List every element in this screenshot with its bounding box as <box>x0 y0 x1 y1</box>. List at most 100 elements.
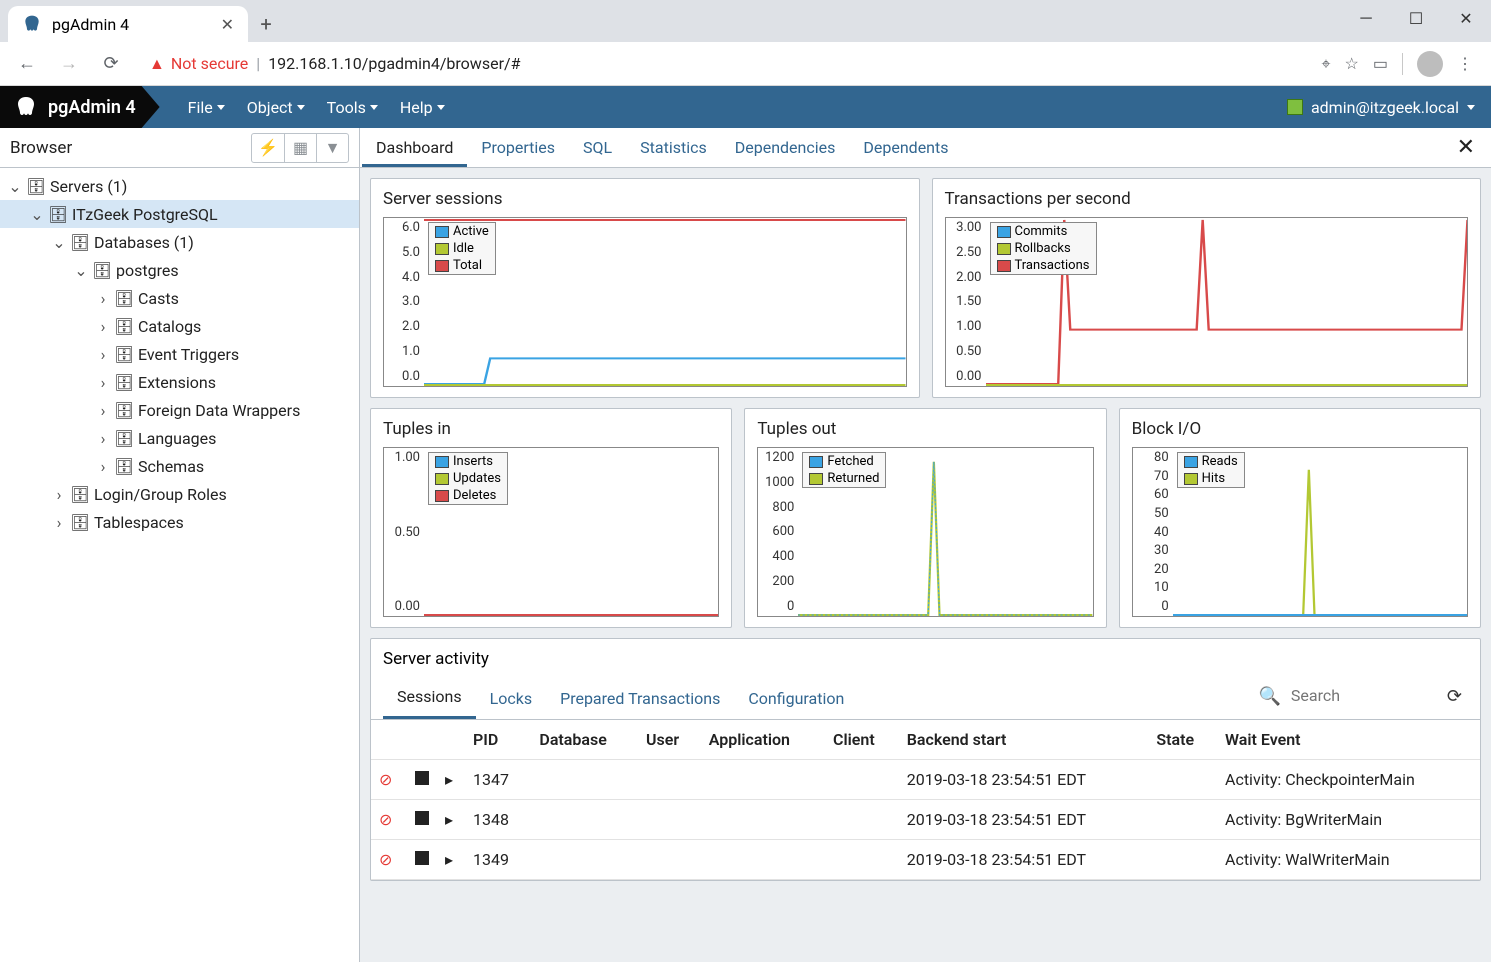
tree-node[interactable]: ⌄🗄postgres <box>0 256 359 284</box>
tree-toggle-icon[interactable]: › <box>96 289 110 308</box>
tree-toggle-icon[interactable]: › <box>96 401 110 420</box>
tree-toggle-icon[interactable]: › <box>52 513 66 532</box>
column-header[interactable]: PID <box>465 720 531 760</box>
tab-close-icon[interactable]: ✕ <box>221 15 234 34</box>
stop-icon[interactable] <box>415 771 429 785</box>
tree-label: Databases (1) <box>94 233 194 252</box>
tree-node[interactable]: ⌄🗄Databases (1) <box>0 228 359 256</box>
tree-label: postgres <box>116 261 179 280</box>
column-header[interactable]: Client <box>825 720 899 760</box>
url-field[interactable]: ▲ Not secure | 192.168.1.10/pgadmin4/bro… <box>136 48 1314 80</box>
chrome-menu-icon[interactable]: ⋮ <box>1457 54 1473 73</box>
column-header[interactable]: Database <box>531 720 638 760</box>
table-row[interactable]: ⊘▸13492019-03-18 23:54:51 EDTActivity: W… <box>371 840 1480 880</box>
expand-icon[interactable]: ▸ <box>445 770 453 789</box>
tree-node[interactable]: ›🗄Extensions <box>0 368 359 396</box>
search-input[interactable] <box>1291 682 1431 710</box>
reload-button[interactable]: ⟳ <box>94 47 128 81</box>
user-menu[interactable]: admin@itzgeek.local <box>1287 98 1491 117</box>
tree-node[interactable]: ⌄🗄ITzGeek PostgreSQL <box>0 200 359 228</box>
cancel-icon[interactable]: ⊘ <box>379 850 392 869</box>
search-icon: 🔍 <box>1258 686 1280 707</box>
menu-file[interactable]: File <box>188 98 225 117</box>
stop-icon[interactable] <box>415 811 429 825</box>
tree-node[interactable]: ›🗄Casts <box>0 284 359 312</box>
tab-title: pgAdmin 4 <box>52 15 129 34</box>
refresh-icon[interactable]: ⟳ <box>1441 686 1468 707</box>
tab-dashboard[interactable]: Dashboard <box>362 129 467 167</box>
tab-statistics[interactable]: Statistics <box>626 129 721 166</box>
languages-icon: 🗄 <box>114 429 134 448</box>
fdw-icon: 🗄 <box>114 401 134 420</box>
cancel-icon[interactable]: ⊘ <box>379 810 392 829</box>
tree-node[interactable]: ⌄🗄Servers (1) <box>0 172 359 200</box>
browser-tab[interactable]: pgAdmin 4 ✕ <box>8 6 248 42</box>
tab-dependencies[interactable]: Dependencies <box>721 129 850 166</box>
key-icon[interactable]: ⌖ <box>1322 54 1331 74</box>
activity-tab-prepared-transactions[interactable]: Prepared Transactions <box>546 679 734 718</box>
expand-icon[interactable]: ▸ <box>445 810 453 829</box>
activity-tab-sessions[interactable]: Sessions <box>383 677 476 719</box>
expand-icon[interactable]: ▸ <box>445 850 453 869</box>
forward-button[interactable]: → <box>52 47 86 81</box>
tree-toggle-icon[interactable]: › <box>96 345 110 364</box>
tree-toggle-icon[interactable]: ⌄ <box>30 205 44 224</box>
server-group-icon: 🗄 <box>26 177 46 196</box>
activity-tab-configuration[interactable]: Configuration <box>734 679 858 718</box>
tab-dependents[interactable]: Dependents <box>849 129 962 166</box>
tree-label: Catalogs <box>138 317 201 336</box>
stop-icon[interactable] <box>415 851 429 865</box>
window-minimize-button[interactable]: ─ <box>1341 0 1391 36</box>
menu-object[interactable]: Object <box>247 98 305 117</box>
tree-node[interactable]: ›🗄Login/Group Roles <box>0 480 359 508</box>
tab-sql[interactable]: SQL <box>569 129 626 166</box>
tree-toggle-icon[interactable]: › <box>52 485 66 504</box>
column-header[interactable]: Backend start <box>899 720 1149 760</box>
query-tool-button[interactable]: ⚡ <box>252 134 284 162</box>
menu-help[interactable]: Help <box>400 98 445 117</box>
column-header[interactable]: Wait Event <box>1217 720 1480 760</box>
object-browser-sidebar: Browser ⚡ ▦ ▼ ⌄🗄Servers (1)⌄🗄ITzGeek Pos… <box>0 128 360 962</box>
profile-icon[interactable] <box>1417 51 1443 77</box>
tree-node[interactable]: ›🗄Schemas <box>0 452 359 480</box>
column-header[interactable]: Application <box>701 720 825 760</box>
server-activity-panel: Server activity SessionsLocksPrepared Tr… <box>370 638 1481 881</box>
tree-node[interactable]: ›🗄Event Triggers <box>0 340 359 368</box>
table-row[interactable]: ⊘▸13472019-03-18 23:54:51 EDTActivity: C… <box>371 760 1480 800</box>
tree-toggle-icon[interactable]: › <box>96 373 110 392</box>
back-button[interactable]: ← <box>10 47 44 81</box>
panel-title: Transactions per second <box>945 189 1469 209</box>
database-icon: 🗄 <box>70 233 90 252</box>
window-close-button[interactable]: ✕ <box>1441 0 1491 36</box>
table-row[interactable]: ⊘▸13482019-03-18 23:54:51 EDTActivity: B… <box>371 800 1480 840</box>
filter-button[interactable]: ▼ <box>316 134 348 162</box>
url-divider: | <box>256 54 260 73</box>
cancel-icon[interactable]: ⊘ <box>379 770 392 789</box>
tree-toggle-icon[interactable]: › <box>96 457 110 476</box>
tree-toggle-icon[interactable]: › <box>96 429 110 448</box>
tree-toggle-icon[interactable]: › <box>96 317 110 336</box>
star-icon[interactable]: ☆ <box>1345 54 1359 73</box>
chevron-down-icon <box>1467 105 1475 110</box>
tree-node[interactable]: ›🗄Foreign Data Wrappers <box>0 396 359 424</box>
tree-label: Extensions <box>138 373 216 392</box>
tree-node[interactable]: ›🗄Languages <box>0 424 359 452</box>
window-maximize-button[interactable]: ☐ <box>1391 0 1441 36</box>
view-data-button[interactable]: ▦ <box>284 134 316 162</box>
activity-tab-locks[interactable]: Locks <box>476 679 546 718</box>
close-tab-icon[interactable]: ✕ <box>1443 135 1489 160</box>
app-brand[interactable]: pgAdmin 4 <box>0 86 160 128</box>
tree-label: Tablespaces <box>94 513 184 532</box>
tree-toggle-icon[interactable]: ⌄ <box>8 177 22 196</box>
tree-node[interactable]: ›🗄Tablespaces <box>0 508 359 536</box>
column-header[interactable]: User <box>638 720 701 760</box>
menu-tools[interactable]: Tools <box>327 98 378 117</box>
tab-properties[interactable]: Properties <box>467 129 569 166</box>
tree-toggle-icon[interactable]: ⌄ <box>74 261 88 280</box>
sessions-chart <box>424 218 906 386</box>
new-tab-button[interactable]: + <box>248 6 284 42</box>
column-header[interactable]: State <box>1148 720 1217 760</box>
tree-node[interactable]: ›🗄Catalogs <box>0 312 359 340</box>
tree-toggle-icon[interactable]: ⌄ <box>52 233 66 252</box>
cast-icon[interactable]: ▭ <box>1373 54 1388 73</box>
